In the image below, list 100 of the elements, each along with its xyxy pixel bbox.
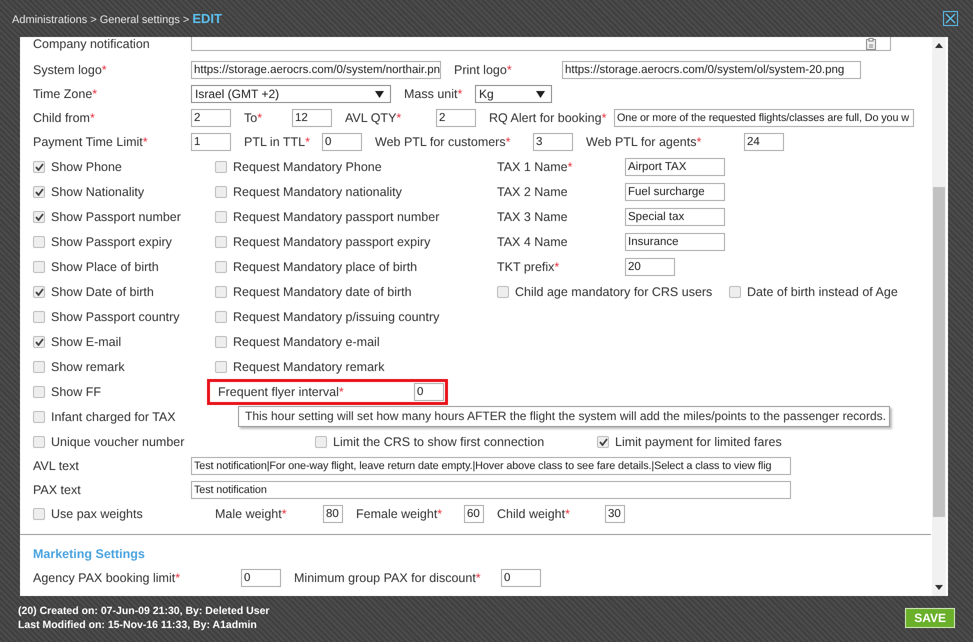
checkbox[interactable]	[215, 160, 227, 172]
input-field[interactable]: Special tax	[625, 208, 725, 226]
checkbox-label: Request Mandatory e-mail	[233, 334, 380, 348]
input-field[interactable]: 24	[744, 133, 784, 151]
checkbox-label: Show Nationality	[51, 184, 144, 198]
field-label: AVL QTY*	[344, 111, 402, 125]
checkbox-label: Request Mandatory place of birth	[233, 260, 418, 274]
field-label: PTL in TTL*	[243, 135, 310, 149]
input-field[interactable]: 2	[191, 109, 231, 127]
breadcrumb: Administrations > General settings > EDIT	[12, 11, 222, 26]
checkbox[interactable]	[33, 210, 45, 222]
input-field[interactable]: 20	[625, 258, 675, 276]
input-field[interactable]: 0	[414, 383, 444, 401]
scroll-up-icon[interactable]	[935, 43, 943, 48]
checkbox-label: Request Mandatory passport number	[233, 210, 440, 224]
input-field[interactable]: Airport TAX	[625, 158, 725, 176]
checkbox[interactable]	[215, 336, 227, 348]
input-field[interactable]: https://storage.aerocrs.com/0/system/northair.pn	[191, 61, 441, 79]
checkbox-label: Child age mandatory for CRS users	[515, 284, 712, 298]
input-field[interactable]: Test notification|For one-way flight, leave return date empty.|Hover above class to see fare details.|Select a class to view flig	[191, 457, 791, 475]
input-field[interactable]: Insurance	[625, 232, 725, 250]
checkbox-label: Show Passport number	[51, 210, 181, 224]
checkbox-label: Request Mandatory date of birth	[233, 284, 412, 298]
input-field[interactable]: 60	[464, 505, 484, 523]
checkbox-label: Show FF	[51, 385, 102, 399]
checkbox-label: Date of birth instead of Age	[747, 284, 898, 298]
checkbox[interactable]	[215, 286, 227, 298]
checkbox[interactable]	[215, 360, 227, 372]
checkbox-label: Use pax weights	[51, 507, 143, 521]
checkbox[interactable]	[215, 236, 227, 248]
field-label: TAX 3 Name	[497, 210, 568, 224]
clipboard-icon[interactable]	[866, 38, 876, 50]
checkbox[interactable]	[33, 260, 45, 272]
input-field[interactable]: Fuel surcharge	[625, 182, 725, 200]
field-label: AVL text	[33, 459, 79, 473]
checkbox[interactable]	[315, 436, 327, 448]
checkbox[interactable]	[33, 386, 45, 398]
field-label: Time Zone*	[33, 87, 98, 101]
input-field[interactable]: 3	[533, 133, 573, 151]
scroll-down-icon[interactable]	[935, 585, 943, 590]
dropdown-arrow-icon	[536, 90, 545, 98]
checkbox-label: Infant charged for TAX	[51, 410, 176, 424]
input-field[interactable]	[191, 37, 891, 51]
select-field[interactable]: Kg	[475, 85, 552, 103]
checkbox[interactable]	[33, 436, 45, 448]
section-title: Marketing Settings	[33, 547, 146, 561]
checkbox-label: Unique voucher number	[51, 434, 184, 448]
checkbox[interactable]	[497, 286, 509, 298]
checkbox-label: Show Place of birth	[51, 260, 159, 274]
field-label: TKT prefix*	[497, 260, 560, 274]
checkbox[interactable]	[215, 260, 227, 272]
checkbox-label: Show Passport expiry	[51, 234, 172, 248]
input-field[interactable]: 80	[323, 505, 343, 523]
checkbox[interactable]	[33, 160, 45, 172]
scrollbar[interactable]	[932, 37, 946, 596]
input-field[interactable]: 1	[191, 133, 231, 151]
modified-info: Last Modified on: 15-Nov-16 11:33, By: A1admin	[18, 618, 258, 632]
checkbox[interactable]	[33, 310, 45, 322]
input-field[interactable]: Test notification	[191, 481, 791, 499]
checkbox-label: Request Mandatory p/issuing country	[233, 310, 440, 324]
field-label: To*	[243, 111, 262, 125]
select-field[interactable]: Israel (GMT +2)	[191, 85, 391, 103]
field-label: Company notification	[33, 37, 150, 51]
checkbox-label: Request Mandatory nationality	[233, 184, 402, 198]
field-label: Child weight*	[496, 507, 570, 521]
input-field[interactable]: 0	[322, 133, 362, 151]
dropdown-arrow-icon	[375, 90, 384, 98]
checkbox[interactable]	[729, 286, 741, 298]
input-field[interactable]: 12	[292, 109, 332, 127]
checkbox[interactable]	[33, 336, 45, 348]
checkbox[interactable]	[33, 360, 45, 372]
field-label: RQ Alert for booking*	[488, 111, 606, 125]
input-field[interactable]: 0	[501, 569, 541, 587]
checkbox[interactable]	[33, 186, 45, 198]
field-label: Female weight*	[355, 507, 442, 521]
checkbox[interactable]	[33, 236, 45, 248]
input-field[interactable]: 30	[605, 505, 625, 523]
field-label: TAX 2 Name	[497, 184, 568, 198]
checkbox[interactable]	[215, 186, 227, 198]
field-label: Mass unit*	[403, 87, 462, 101]
checkbox-label: Show E-mail	[51, 334, 122, 348]
input-field[interactable]: One or more of the requested flights/classes are full, Do you w	[614, 109, 914, 127]
checkbox[interactable]	[33, 410, 45, 422]
input-field[interactable]: 0	[241, 569, 281, 587]
tooltip: This hour setting will set how many hours AFTER the flight the system will add the miles/points to the passenger records.	[238, 406, 890, 427]
checkbox[interactable]	[33, 286, 45, 298]
input-field[interactable]: 2	[436, 109, 476, 127]
checkbox[interactable]	[597, 436, 609, 448]
created-info: (20) Created on: 07-Jun-09 21:30, By: Deleted User	[18, 604, 270, 618]
checkbox-label: Request Mandatory remark	[233, 360, 384, 374]
checkbox-label: Limit payment for limited fares	[615, 434, 782, 448]
close-icon[interactable]	[943, 11, 958, 26]
checkbox[interactable]	[215, 210, 227, 222]
checkbox-label: Show Date of birth	[51, 284, 154, 298]
field-label: Agency PAX booking limit*	[33, 571, 180, 585]
checkbox-label: Show Phone	[51, 160, 122, 174]
checkbox[interactable]	[33, 508, 45, 520]
checkbox[interactable]	[215, 310, 227, 322]
field-label: System logo*	[33, 63, 107, 77]
input-field[interactable]: https://storage.aerocrs.com/0/system/ol/system-20.png	[562, 61, 861, 79]
